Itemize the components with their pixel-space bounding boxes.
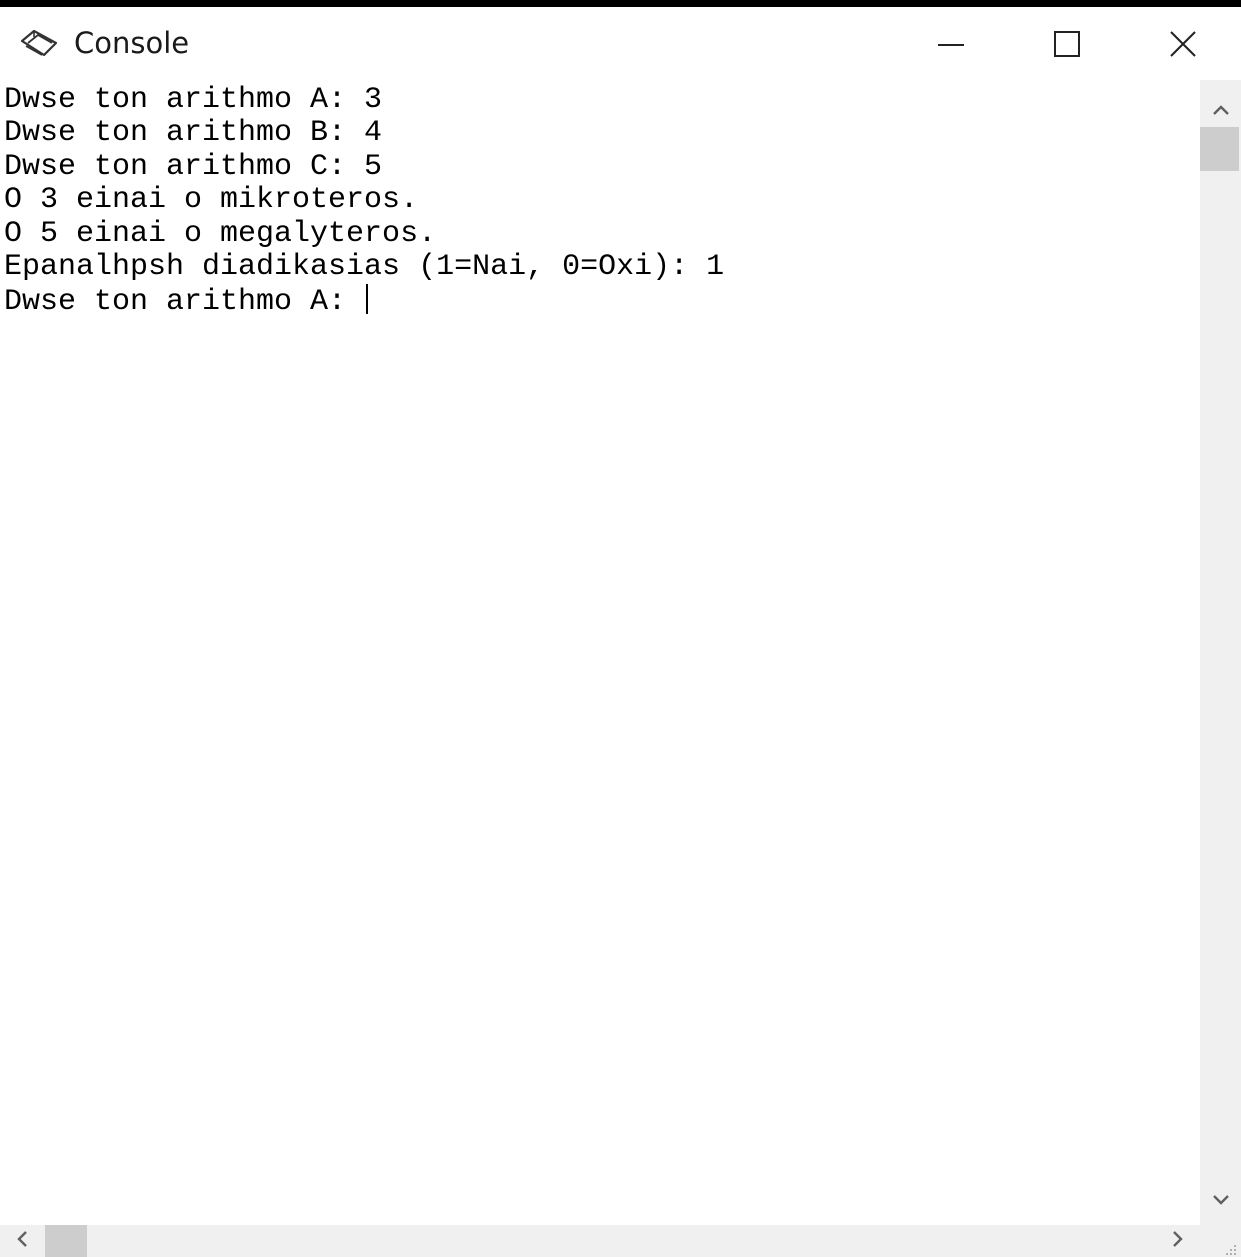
console-line: O 3 einai o mikroteros. bbox=[4, 183, 419, 218]
minimize-button[interactable] bbox=[893, 7, 1009, 80]
console-line: Dwse ton arithmo A: 3 bbox=[4, 83, 383, 117]
window-title: Console bbox=[74, 26, 190, 60]
console-output: Dwse ton arithmo A: 3 Dwse ton arithmo B… bbox=[4, 83, 725, 320]
scroll-right-button[interactable] bbox=[1160, 1225, 1196, 1257]
chevron-up-icon bbox=[1212, 101, 1230, 120]
horizontal-scroll-thumb[interactable] bbox=[45, 1225, 87, 1257]
console-window: Console Dwse ton arithmo A: 3 Dwse ton a… bbox=[0, 0, 1241, 1257]
vertical-scroll-thumb[interactable] bbox=[1200, 127, 1239, 171]
console-prompt-line: Dwse ton arithmo A: bbox=[4, 285, 365, 320]
console-line: O 5 einai o megalyteros. bbox=[4, 216, 437, 251]
resize-grip-icon bbox=[1200, 1242, 1241, 1257]
close-icon bbox=[1168, 29, 1198, 59]
chevron-left-icon bbox=[16, 1230, 28, 1252]
console-line: Dwse ton arithmo B: 4 bbox=[4, 116, 383, 151]
scroll-down-button[interactable] bbox=[1200, 1180, 1241, 1220]
minimize-icon bbox=[936, 29, 966, 59]
text-cursor[interactable] bbox=[366, 284, 369, 315]
maximize-icon bbox=[1052, 29, 1082, 59]
size-grip[interactable] bbox=[1200, 1225, 1241, 1257]
chevron-down-icon bbox=[1212, 1191, 1230, 1210]
chevron-right-icon bbox=[1172, 1230, 1184, 1252]
window-top-border bbox=[0, 0, 1241, 7]
console-output-area[interactable]: Dwse ton arithmo A: 3 Dwse ton arithmo B… bbox=[0, 80, 1200, 1225]
vertical-scrollbar[interactable] bbox=[1200, 80, 1241, 1225]
console-line: Epanalhpsh diadikasias (1=Nai, 0=Oxi): 1 bbox=[4, 250, 725, 285]
scroll-left-button[interactable] bbox=[4, 1225, 40, 1257]
title-bar[interactable]: Console bbox=[0, 7, 1241, 80]
close-button[interactable] bbox=[1125, 7, 1241, 80]
maximize-button[interactable] bbox=[1009, 7, 1125, 80]
scroll-up-button[interactable] bbox=[1200, 90, 1241, 130]
console-book-icon bbox=[20, 27, 60, 59]
console-line: Dwse ton arithmo C: 5 bbox=[4, 149, 383, 184]
horizontal-scrollbar[interactable] bbox=[0, 1225, 1200, 1257]
